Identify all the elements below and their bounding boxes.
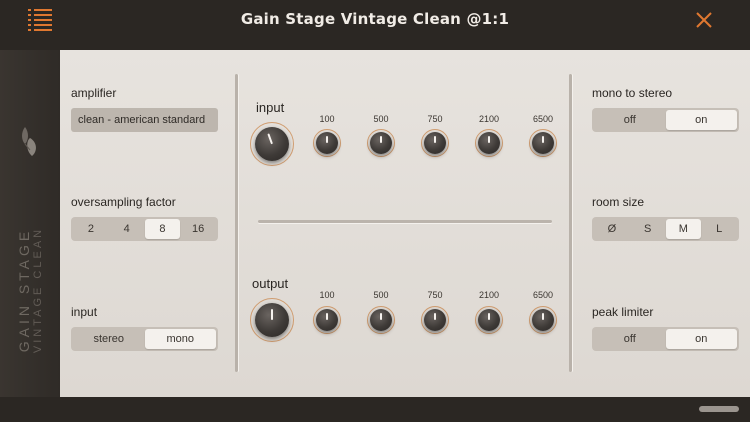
input-gain-label: input	[256, 100, 285, 115]
input-mode-label: input	[71, 305, 98, 319]
leaf-logo-icon	[22, 127, 36, 156]
room-size-option[interactable]: S	[630, 219, 666, 239]
input-eq-knob-2100[interactable]	[475, 129, 503, 157]
home-indicator[interactable]	[699, 406, 739, 412]
close-icon[interactable]	[693, 9, 715, 31]
room-size-option-selected[interactable]: M	[665, 219, 702, 239]
room-size-segmented-control: Ø S M L	[592, 217, 739, 241]
input-band-label: 2100	[478, 114, 500, 124]
output-eq-knob-100[interactable]	[313, 306, 341, 334]
input-mode-segmented-control: stereo mono	[71, 327, 218, 351]
oversampling-option-selected[interactable]: 8	[144, 219, 181, 239]
input-eq-knob-6500[interactable]	[529, 129, 557, 157]
output-band-label: 100	[319, 290, 335, 300]
input-eq-knob-750[interactable]	[421, 129, 449, 157]
top-bar: Gain Stage Vintage Clean @1:1	[0, 0, 750, 38]
room-size-option[interactable]: Ø	[594, 219, 630, 239]
input-band-label: 500	[373, 114, 389, 124]
input-band-label: 6500	[532, 114, 554, 124]
oversampling-option[interactable]: 2	[73, 219, 109, 239]
brand-strip: GAIN STAGE VINTAGE CLEAN	[0, 50, 60, 397]
output-band-label: 2100	[478, 290, 500, 300]
right-divider	[569, 74, 572, 372]
oversampling-segmented-control: 2 4 8 16	[71, 217, 218, 241]
output-eq-knob-6500[interactable]	[529, 306, 557, 334]
peak-limiter-option-selected[interactable]: on	[665, 329, 737, 349]
input-mode-option[interactable]: stereo	[73, 329, 145, 349]
amplifier-select[interactable]: clean - american standard	[71, 108, 218, 132]
bottom-bar	[0, 397, 750, 422]
main-panel: amplifier clean - american standard over…	[60, 50, 750, 397]
input-eq-knob-100[interactable]	[313, 129, 341, 157]
output-band-label: 750	[427, 290, 443, 300]
output-eq-knob-500[interactable]	[367, 306, 395, 334]
amplifier-label: amplifier	[71, 86, 117, 100]
mono-to-stereo-option[interactable]: off	[594, 110, 666, 130]
output-band-label: 500	[373, 290, 389, 300]
output-eq-knob-750[interactable]	[421, 306, 449, 334]
input-gain-knob[interactable]	[250, 122, 294, 166]
output-gain-label: output	[252, 276, 289, 291]
oversampling-label: oversampling factor	[71, 195, 176, 209]
output-gain-knob[interactable]	[250, 298, 294, 342]
room-size-label: room size	[592, 195, 645, 209]
mono-to-stereo-label: mono to stereo	[592, 86, 673, 100]
room-size-option[interactable]: L	[701, 219, 737, 239]
window-title: Gain Stage Vintage Clean @1:1	[240, 10, 510, 28]
mono-to-stereo-segmented-control: off on	[592, 108, 739, 132]
left-divider	[235, 74, 238, 372]
oversampling-option[interactable]: 4	[109, 219, 145, 239]
peak-limiter-segmented-control: off on	[592, 327, 739, 351]
brand-wordmark: GAIN STAGE VINTAGE CLEAN	[16, 226, 44, 354]
peak-limiter-label: peak limiter	[592, 305, 654, 319]
oversampling-option[interactable]: 16	[180, 219, 216, 239]
input-band-label: 100	[319, 114, 335, 124]
input-eq-knob-500[interactable]	[367, 129, 395, 157]
input-mode-option-selected[interactable]: mono	[144, 329, 216, 349]
mono-to-stereo-option-selected[interactable]: on	[665, 110, 737, 130]
output-band-label: 6500	[532, 290, 554, 300]
output-eq-knob-2100[interactable]	[475, 306, 503, 334]
peak-limiter-option[interactable]: off	[594, 329, 666, 349]
input-band-label: 750	[427, 114, 443, 124]
center-divider	[258, 220, 552, 223]
